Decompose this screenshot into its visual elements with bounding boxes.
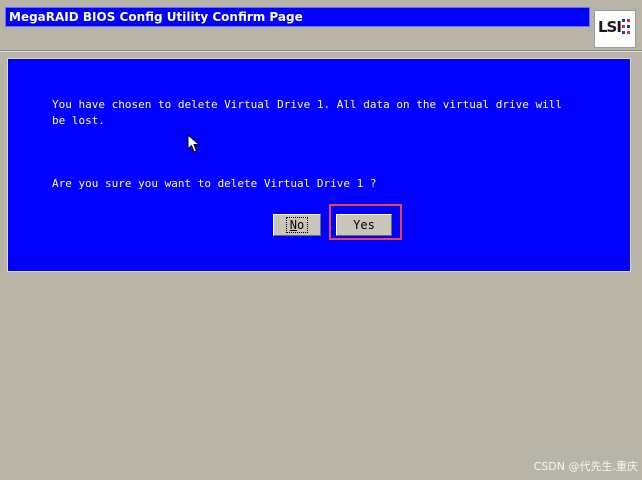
no-button[interactable]: No bbox=[273, 214, 321, 236]
header-separator-highlight bbox=[0, 51, 642, 52]
confirm-dialog: You have chosen to delete Virtual Drive … bbox=[7, 58, 631, 272]
no-button-label: No bbox=[285, 217, 309, 233]
delete-confirm-question: Are you sure you want to delete Virtual … bbox=[52, 177, 377, 190]
window-title: MegaRAID BIOS Config Utility Confirm Pag… bbox=[9, 10, 303, 24]
lsi-logo: LSI bbox=[594, 10, 636, 48]
lsi-logo-text: LSI bbox=[598, 18, 622, 36]
title-bar: MegaRAID BIOS Config Utility Confirm Pag… bbox=[5, 7, 590, 27]
yes-button[interactable]: Yes bbox=[336, 214, 392, 236]
mouse-cursor-icon bbox=[187, 134, 201, 153]
lsi-logo-icon bbox=[622, 19, 630, 34]
csdn-watermark: CSDN @代先生.重庆 bbox=[533, 460, 638, 473]
delete-warning-message: You have chosen to delete Virtual Drive … bbox=[52, 98, 562, 127]
yes-button-label: Yes bbox=[353, 218, 375, 232]
